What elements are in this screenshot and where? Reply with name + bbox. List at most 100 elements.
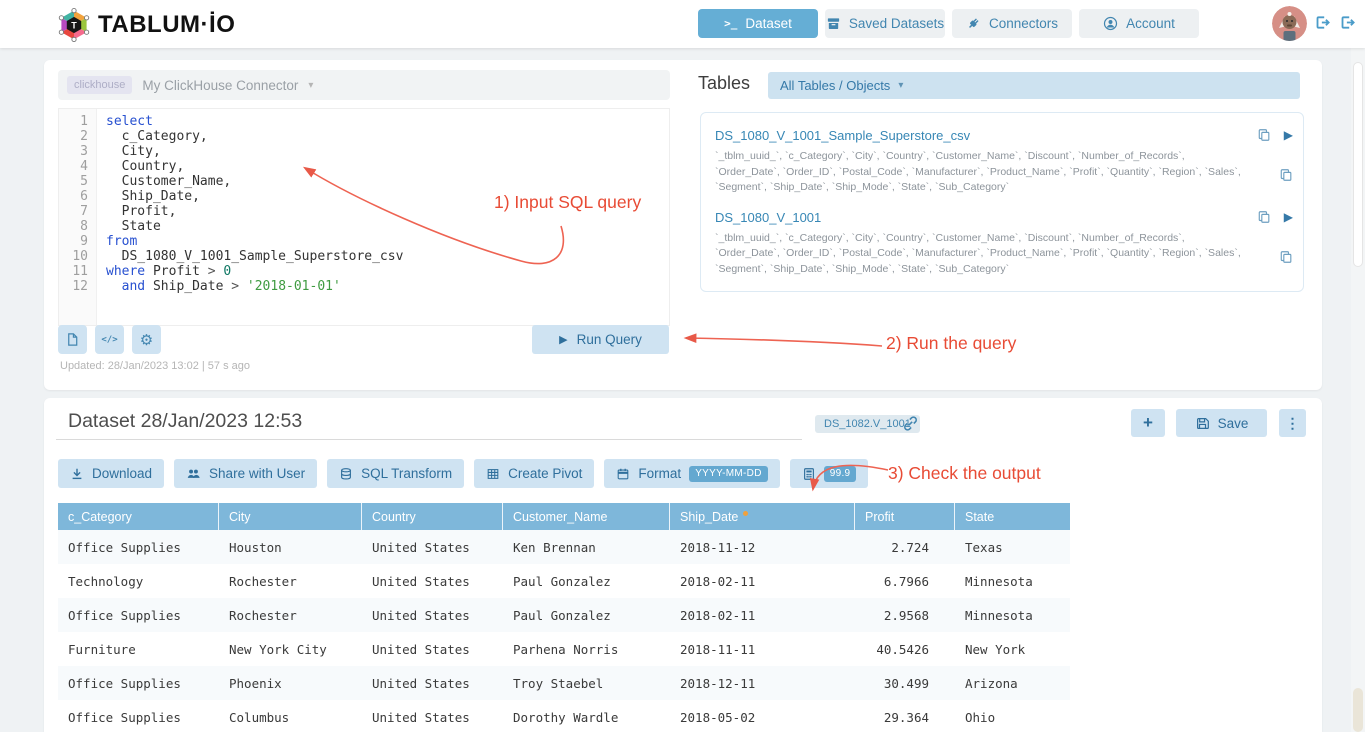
pivot-icon [486, 467, 500, 481]
table-cell: 2018-02-11 [670, 598, 855, 632]
run-query-button[interactable]: ▶ Run Query [532, 325, 669, 354]
scrollbar-thumb-top[interactable] [1353, 62, 1363, 267]
toolbar-button-format[interactable]: FormatYYYY-MM-DD [604, 459, 779, 488]
column-header-city[interactable]: City [219, 503, 362, 530]
column-header-ship_date[interactable]: Ship_Date [670, 503, 855, 530]
toolbar-button-aggregate[interactable]: 99.9 [790, 459, 869, 488]
annotation-check-output: 3) Check the output [888, 463, 1041, 484]
run-table-query-icon[interactable]: ▶ [1284, 210, 1293, 224]
new-query-button[interactable] [58, 325, 87, 354]
code-line: and Ship_Date > '2018-01-01' [106, 279, 403, 294]
table-cell: Rochester [219, 598, 362, 632]
column-header-label: Ship_Date [680, 510, 738, 524]
column-header-label: Customer_Name [513, 510, 607, 524]
result-table-body: Office SuppliesHoustonUnited StatesKen B… [58, 530, 1070, 732]
scrollbar-thumb-bottom[interactable] [1353, 688, 1363, 732]
column-header-country[interactable]: Country [362, 503, 503, 530]
brand-name: TABLUM·İO [98, 11, 235, 39]
save-label: Save [1218, 416, 1249, 431]
nav-button-saved-datasets[interactable]: Saved Datasets [825, 9, 945, 38]
table-cell: Troy Staebel [503, 666, 670, 700]
tables-list: DS_1080_V_1001_Sample_Superstore_csv ▶ `_t… [700, 112, 1304, 292]
table-cell: Dorothy Wardle [503, 700, 670, 732]
table-cell: Office Supplies [58, 666, 219, 700]
code-line: Profit, [106, 204, 403, 219]
app: T TABLUM·İO >_ Dataset Saved Datasets Conne… [0, 0, 1365, 732]
add-dataset-button[interactable]: + [1131, 409, 1165, 437]
tables-panel-title: Tables [698, 73, 750, 94]
table-cell: Columbus [219, 700, 362, 732]
column-header-label: Profit [865, 510, 894, 524]
column-header-label: c_Category [68, 510, 132, 524]
table-cell: Rochester [219, 564, 362, 598]
link-icon[interactable] [902, 415, 919, 432]
updated-status: Updated: 28/Jan/2023 13:02 | 57 s ago [60, 360, 250, 372]
toolbar-button-sql-transform[interactable]: SQL Transform [327, 459, 464, 488]
column-header-label: Country [372, 510, 416, 524]
table-cell: United States [362, 564, 503, 598]
query-settings-button[interactable]: ⚙ [132, 325, 161, 354]
toolbar-button-download[interactable]: Download [58, 459, 164, 488]
table-cell: Ohio [955, 700, 1070, 732]
nav-label: Connectors [989, 16, 1058, 31]
table-cell: Parhena Norris [503, 632, 670, 666]
save-button[interactable]: Save [1176, 409, 1267, 437]
code-line: DS_1080_V_1001_Sample_Superstore_csv [106, 249, 403, 264]
sign-out-icon[interactable] [1313, 13, 1331, 31]
table-cell: Houston [219, 530, 362, 564]
toolbar-button-share-with-user[interactable]: Share with User [174, 459, 317, 488]
editor-line-numbers: 123456789101112 [59, 109, 97, 325]
main-nav: >_ Dataset Saved Datasets Connectors Account [698, 9, 1199, 38]
table-cell: 2018-11-11 [670, 632, 855, 666]
copy-icon[interactable] [1257, 210, 1271, 224]
column-header-customer_name[interactable]: Customer_Name [503, 503, 670, 530]
sql-editor[interactable]: 123456789101112 select c_Category, City,… [58, 108, 670, 326]
terminal-icon: >_ [724, 18, 737, 29]
calendar-icon [616, 467, 630, 481]
table-cell: Ken Brennan [503, 530, 670, 564]
dataset-title: Dataset 28/Jan/2023 12:53 [68, 410, 302, 433]
table-name-link[interactable]: DS_1080_V_1001_Sample_Superstore_csv [715, 128, 970, 143]
column-header-profit[interactable]: Profit [855, 503, 955, 530]
table-cell: 29.364 [855, 700, 955, 732]
run-table-query-icon[interactable]: ▶ [1284, 128, 1293, 142]
table-columns: `_tblm_uuid_`, `c_Category`, `City`, `Co… [715, 231, 1245, 278]
nav-button-connectors[interactable]: Connectors [952, 9, 1072, 38]
gear-icon: ⚙ [140, 331, 153, 349]
column-header-c_category[interactable]: c_Category [58, 503, 219, 530]
code-line: where Profit > 0 [106, 264, 403, 279]
format-code-button[interactable]: </> [95, 325, 124, 354]
download-icon [70, 467, 84, 481]
copy-columns-icon[interactable] [1279, 168, 1293, 182]
connector-select[interactable]: clickhouse My ClickHouse Connector ▾ [58, 70, 670, 100]
toolbar-label: Create Pivot [508, 466, 582, 481]
table-row: Office SuppliesRochesterUnited StatesPau… [58, 598, 1070, 632]
brand-logo-icon: T [56, 7, 92, 43]
more-options-button[interactable]: ⋮ [1279, 409, 1306, 437]
copy-icon[interactable] [1257, 128, 1271, 142]
table-cell: Phoenix [219, 666, 362, 700]
table-cell: 2018-02-11 [670, 564, 855, 598]
code-line: State [106, 219, 403, 234]
tables-filter-select[interactable]: All Tables / Objects ▾ [768, 72, 1300, 99]
svg-text:T: T [71, 21, 77, 31]
copy-columns-icon[interactable] [1279, 250, 1293, 264]
table-row: FurnitureNew York CityUnited StatesParhe… [58, 632, 1070, 666]
table-name-link[interactable]: DS_1080_V_1001 [715, 210, 821, 225]
nav-button-account[interactable]: Account [1079, 9, 1199, 38]
nav-label: Dataset [745, 16, 792, 31]
table-columns: `_tblm_uuid_`, `c_Category`, `City`, `Co… [715, 149, 1245, 196]
column-header-state[interactable]: State [955, 503, 1070, 530]
table-cell: New York City [219, 632, 362, 666]
nav-button-dataset[interactable]: >_ Dataset [698, 9, 818, 38]
brand-logo: T TABLUM·İO [56, 7, 235, 43]
table-cell: 40.5426 [855, 632, 955, 666]
dataset-title-underline [56, 439, 802, 440]
toolbar-button-create-pivot[interactable]: Create Pivot [474, 459, 594, 488]
result-table: c_Category City Country Customer_Name Ship_D… [58, 503, 1070, 732]
connector-name: My ClickHouse Connector [142, 78, 298, 93]
avatar[interactable] [1272, 6, 1307, 41]
table-cell: United States [362, 666, 503, 700]
table-cell: Minnesota [955, 564, 1070, 598]
leave-session-icon[interactable] [1338, 13, 1356, 31]
